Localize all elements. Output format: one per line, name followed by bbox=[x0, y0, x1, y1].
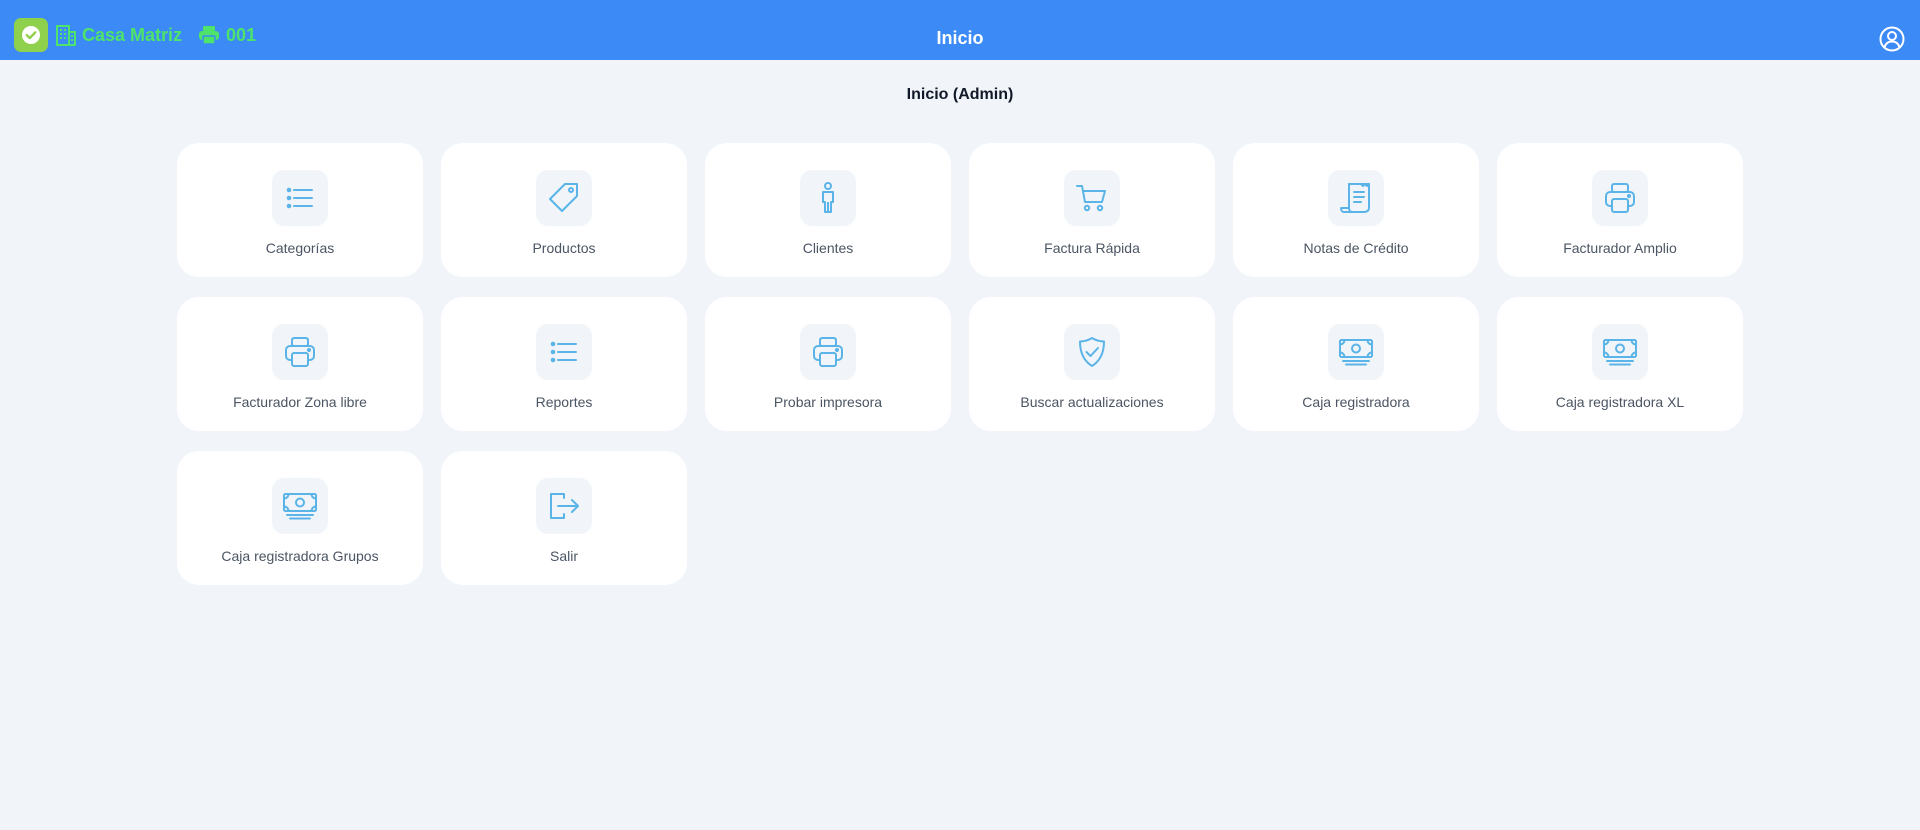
tile-label: Productos bbox=[532, 240, 596, 256]
tile-categorias[interactable]: Categorías bbox=[177, 143, 423, 277]
register-number: 001 bbox=[226, 24, 257, 45]
tile-probar-impresora[interactable]: Probar impresora bbox=[705, 297, 951, 431]
tile-label: Caja registradora bbox=[1302, 394, 1410, 410]
cash-icon bbox=[1328, 324, 1384, 380]
tile-label: Caja registradora XL bbox=[1555, 394, 1685, 410]
tile-facturador-amplio[interactable]: Facturador Amplio bbox=[1497, 143, 1743, 277]
tile-label: Facturador Amplio bbox=[1563, 240, 1677, 256]
printer-icon bbox=[199, 26, 220, 45]
shield-check-icon bbox=[1064, 324, 1120, 380]
tile-label: Factura Rápida bbox=[1044, 240, 1140, 256]
tile-label: Notas de Crédito bbox=[1303, 240, 1409, 256]
page-title: Inicio bbox=[936, 28, 984, 48]
receipt-icon bbox=[1328, 170, 1384, 226]
printer-icon bbox=[1592, 170, 1648, 226]
tile-label: Clientes bbox=[802, 240, 854, 256]
tile-clientes[interactable]: Clientes bbox=[705, 143, 951, 277]
tile-label: Probar impresora bbox=[773, 394, 883, 410]
cash-icon bbox=[272, 478, 328, 534]
logout-icon bbox=[536, 478, 592, 534]
branch-name: Casa Matriz bbox=[82, 24, 183, 45]
tile-facturador-zona-libre[interactable]: Facturador Zona libre bbox=[177, 297, 423, 431]
list-icon bbox=[272, 170, 328, 226]
tile-label: Buscar actualizaciones bbox=[1020, 394, 1164, 410]
cart-icon bbox=[1064, 170, 1120, 226]
tile-salir[interactable]: Salir bbox=[441, 451, 687, 585]
tile-caja-registradora-xl[interactable]: Caja registradora XL bbox=[1497, 297, 1743, 431]
user-account-button[interactable] bbox=[1878, 25, 1906, 53]
printer-icon bbox=[272, 324, 328, 380]
tile-label: Categorías bbox=[265, 240, 335, 256]
top-bar: Casa Matriz 001 Inicio bbox=[0, 0, 1920, 60]
list-icon bbox=[536, 324, 592, 380]
tile-factura-rapida[interactable]: Factura Rápida bbox=[969, 143, 1215, 277]
tile-notas-de-credito[interactable]: Notas de Crédito bbox=[1233, 143, 1479, 277]
menu-grid: Categorías Productos Clientes Factura Rá… bbox=[177, 143, 1747, 585]
tile-label: Caja registradora Grupos bbox=[221, 548, 379, 564]
user-circle-icon bbox=[1879, 26, 1905, 52]
app-logo-icon[interactable] bbox=[14, 18, 48, 52]
building-icon bbox=[56, 25, 76, 46]
tile-label: Facturador Zona libre bbox=[233, 394, 367, 410]
cash-icon bbox=[1592, 324, 1648, 380]
tile-caja-registradora-grupos[interactable]: Caja registradora Grupos bbox=[177, 451, 423, 585]
person-icon bbox=[800, 170, 856, 226]
section-heading: Inicio (Admin) bbox=[906, 86, 1014, 103]
tile-label: Reportes bbox=[535, 394, 593, 410]
branch-selector[interactable]: Casa Matriz bbox=[56, 24, 182, 46]
tag-icon bbox=[536, 170, 592, 226]
tile-reportes[interactable]: Reportes bbox=[441, 297, 687, 431]
tile-buscar-actualizaciones[interactable]: Buscar actualizaciones bbox=[969, 297, 1215, 431]
tile-caja-registradora[interactable]: Caja registradora bbox=[1233, 297, 1479, 431]
tile-productos[interactable]: Productos bbox=[441, 143, 687, 277]
tile-label: Salir bbox=[549, 548, 578, 564]
printer-icon bbox=[800, 324, 856, 380]
topbar-left-group: Casa Matriz 001 bbox=[14, 18, 256, 52]
register-selector[interactable]: 001 bbox=[198, 25, 256, 46]
